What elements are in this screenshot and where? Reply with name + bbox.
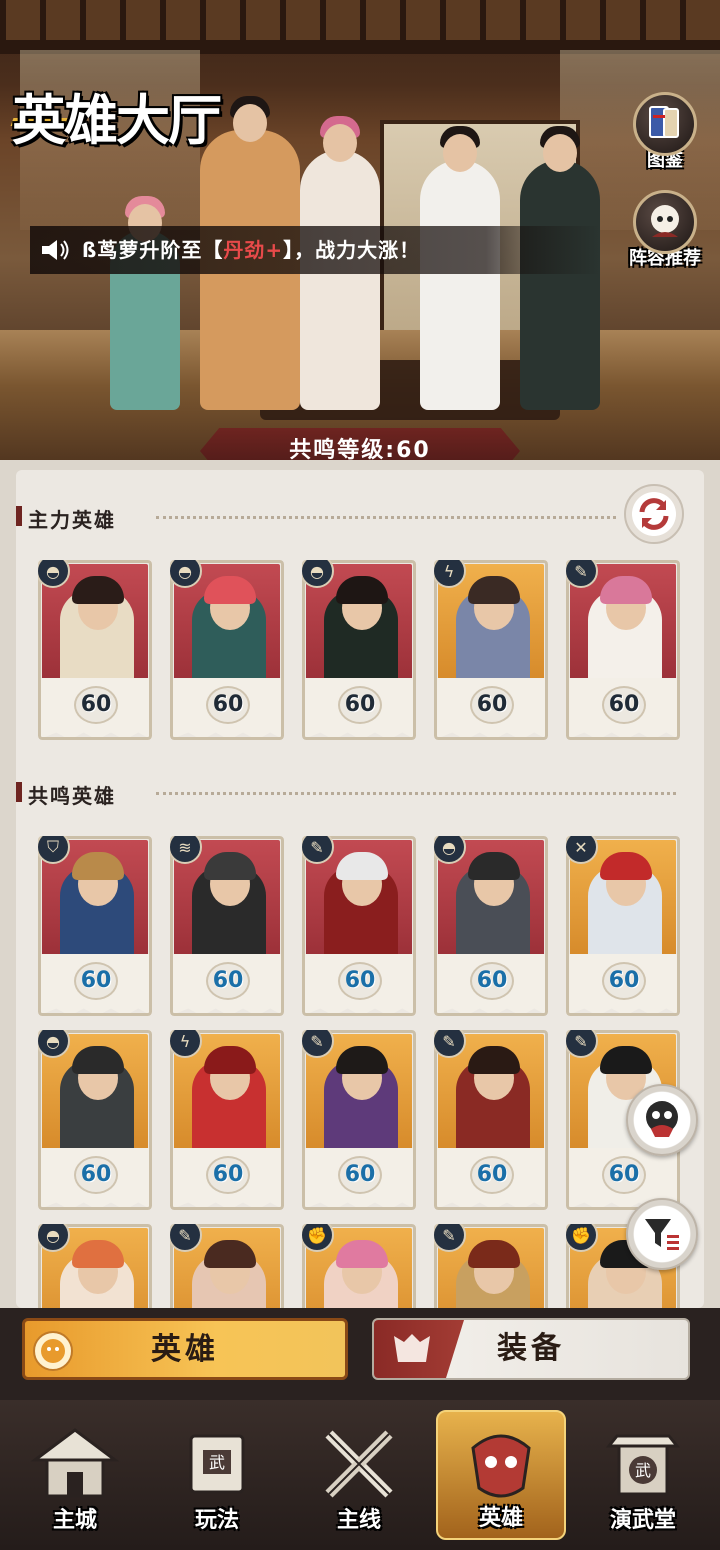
hero-card[interactable]: 60 ϟ [170, 1030, 284, 1210]
hero-card[interactable]: 60 ϟ [434, 560, 548, 740]
hero-card[interactable]: 60 ◓ [38, 1030, 152, 1210]
section-marker [16, 506, 22, 526]
hero-level-badge: 60 [602, 962, 646, 1000]
hero-level-badge: 60 [338, 1156, 382, 1194]
hero-card[interactable]: ◓ [38, 1224, 152, 1308]
lineup-recommend-button[interactable]: 阵容推荐 [624, 190, 706, 272]
hero-level-badge: 60 [206, 1156, 250, 1194]
scroll-icon: 武 [169, 1416, 265, 1512]
stage-hero-4[interactable] [420, 126, 500, 410]
crossed-swords-icon [311, 1416, 407, 1512]
nav-label: 主线 [336, 1507, 381, 1533]
hero-level-badge: 60 [338, 962, 382, 1000]
hero-card[interactable]: 60 ✎ [566, 560, 680, 740]
nav-label: 演武堂 [609, 1507, 676, 1533]
hero-level-badge: 60 [74, 1156, 118, 1194]
refresh-icon [639, 498, 669, 530]
hero-card[interactable]: 60 ✎ [434, 1030, 548, 1210]
hero-card[interactable]: 60 ✎ [302, 1030, 416, 1210]
speaker-icon [42, 240, 69, 260]
book-cards-icon [633, 92, 697, 156]
nav-label: 主城 [52, 1507, 97, 1533]
refresh-button[interactable] [624, 484, 684, 544]
stage-hero-5[interactable] [520, 126, 600, 410]
svg-text:武: 武 [209, 1453, 225, 1472]
hero-card[interactable]: 60 ◓ [170, 560, 284, 740]
nav-gameplay[interactable]: 武 玩法 [152, 1410, 282, 1540]
logo-text: 英雄大厅 [12, 88, 222, 152]
nav-label: 英雄 [478, 1505, 523, 1531]
hero-level-badge: 60 [338, 686, 382, 724]
filter-button[interactable] [626, 1198, 698, 1270]
tab-heroes-label: 英雄 [151, 1332, 219, 1367]
hero-level-badge: 60 [602, 686, 646, 724]
hero-card[interactable]: 60 ✎ [302, 836, 416, 1016]
catalog-button[interactable]: 图鉴 [624, 92, 706, 174]
tab-equipment[interactable]: 装备 [372, 1318, 690, 1380]
svg-text:武: 武 [635, 1461, 651, 1480]
nav-heroes[interactable]: 英雄 [436, 1410, 566, 1540]
character-avatar-icon [633, 190, 697, 254]
hero-level-badge: 60 [74, 962, 118, 1000]
hero-card[interactable]: 60 ◓ [38, 560, 152, 740]
mask-face-icon [646, 1101, 678, 1137]
announcement-marquee: ß茑萝升阶至【丹劲+】，战力大涨！ [30, 226, 600, 274]
hero-level-badge: 60 [470, 686, 514, 724]
hero-card[interactable]: 60 ◓ [302, 560, 416, 740]
hero-hall-screen: 英雄大厅 图鉴 阵容推荐 ß茑萝升阶至【丹劲+】，战力大涨！ 共鸣等级:60 主… [0, 0, 720, 1550]
nav-label: 玩法 [194, 1507, 239, 1533]
main-heroes-title: 主力英雄 [28, 508, 116, 532]
hero-showcase-scene: 英雄大厅 图鉴 阵容推荐 ß茑萝升阶至【丹劲+】，战力大涨！ 共鸣等级:60 [0, 0, 720, 470]
nav-main-story[interactable]: 主线 [294, 1410, 424, 1540]
stage-hero-3[interactable] [300, 116, 380, 410]
hero-card[interactable]: 60 ⛉ [38, 836, 152, 1016]
hero-level-badge: 60 [470, 1156, 514, 1194]
hero-card[interactable]: 60 ✕ [566, 836, 680, 1016]
hero-level-badge: 60 [206, 686, 250, 724]
section-marker [16, 782, 22, 802]
nav-main-city[interactable]: 主城 [10, 1410, 140, 1540]
hero-card[interactable]: ✊ [302, 1224, 416, 1308]
hero-card[interactable]: 60 ≋ [170, 836, 284, 1016]
hero-level-badge: 60 [470, 962, 514, 1000]
bottom-navigation: 主城 武 玩法 主线 英雄 武 演武堂 [0, 1400, 720, 1550]
section-divider [156, 792, 676, 795]
hero-card[interactable]: ✎ [170, 1224, 284, 1308]
nav-martial-hall[interactable]: 武 演武堂 [578, 1410, 708, 1540]
castle-icon [27, 1416, 123, 1512]
section-divider [156, 516, 616, 519]
hero-card[interactable]: 60 ◓ [434, 836, 548, 1016]
tab-equipment-label: 装备 [497, 1331, 565, 1366]
hero-level-badge: 60 [602, 1156, 646, 1194]
hero-roster-panel: 主力英雄 60 ◓ 60 ◓ 60 ◓ 60 ϟ 60 ✎ 共鸣英雄 60 ⛉ 60 ≋ 60 ✎ 60 ◓ 60… [16, 470, 704, 1308]
marquee-prefix: ß茑萝升阶至【 [82, 238, 224, 262]
mask-avatar-button[interactable] [626, 1084, 698, 1156]
hero-card[interactable]: ✎ [434, 1224, 548, 1308]
ceiling-lattice [0, 0, 720, 40]
hero-level-badge: 60 [74, 686, 118, 724]
martial-hall-icon: 武 [595, 1416, 691, 1512]
resonance-heroes-title: 共鸣英雄 [28, 784, 116, 808]
marquee-highlight: 丹劲+ [223, 238, 284, 262]
tab-heroes[interactable]: 英雄 [22, 1318, 348, 1380]
marquee-suffix: 】，战力大涨！ [283, 238, 421, 262]
hero-level-badge: 60 [206, 962, 250, 1000]
hero-hall-logo: 英雄大厅 [10, 76, 232, 152]
filter-icon [645, 1219, 679, 1250]
